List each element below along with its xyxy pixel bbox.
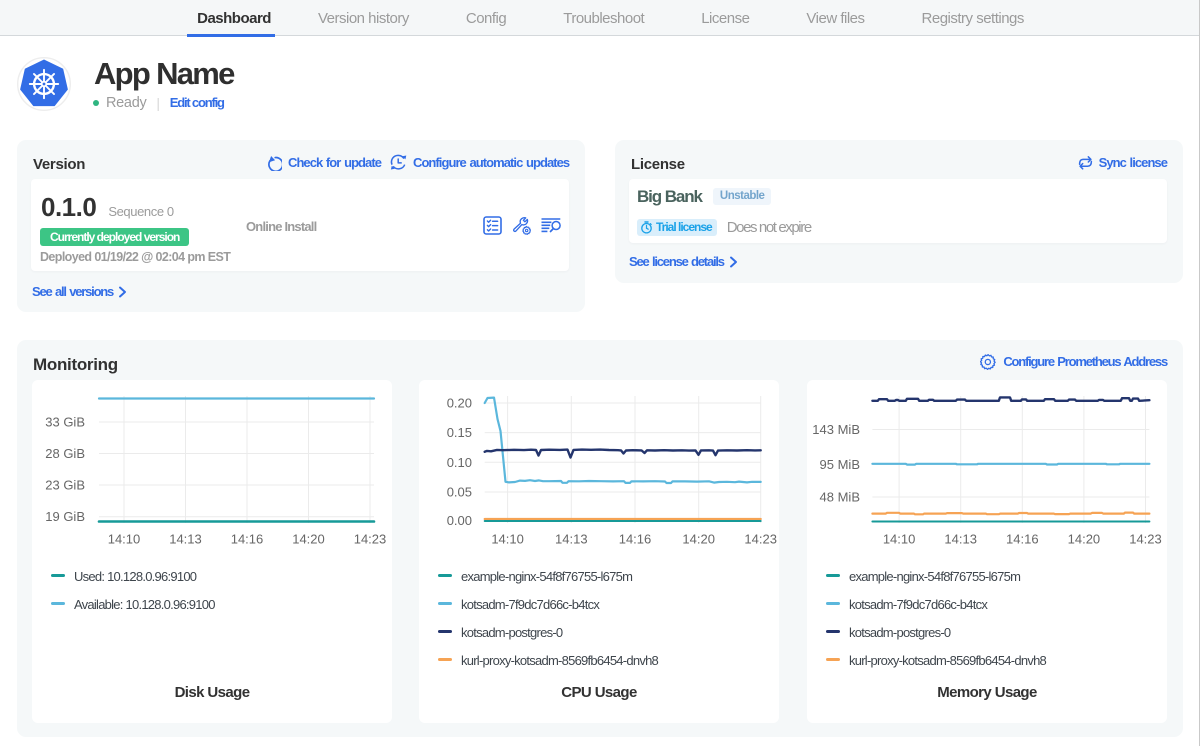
svg-text:0.10: 0.10 bbox=[447, 455, 472, 470]
svg-text:14:20: 14:20 bbox=[1068, 532, 1101, 547]
svg-text:23 GiB: 23 GiB bbox=[45, 478, 85, 493]
svg-text:14:23: 14:23 bbox=[1129, 532, 1162, 547]
svg-text:19 GiB: 19 GiB bbox=[45, 509, 85, 524]
svg-text:14:13: 14:13 bbox=[944, 532, 977, 547]
svg-text:14:10: 14:10 bbox=[491, 532, 524, 547]
svg-text:14:13: 14:13 bbox=[555, 532, 588, 547]
svg-text:14:23: 14:23 bbox=[354, 532, 387, 547]
svg-text:14:10: 14:10 bbox=[108, 532, 141, 547]
svg-text:14:16: 14:16 bbox=[619, 532, 652, 547]
svg-text:0.05: 0.05 bbox=[447, 485, 472, 500]
svg-text:0.00: 0.00 bbox=[447, 513, 472, 528]
svg-text:33 GiB: 33 GiB bbox=[45, 415, 85, 430]
svg-text:95 MiB: 95 MiB bbox=[820, 457, 860, 472]
svg-text:14:13: 14:13 bbox=[169, 532, 202, 547]
svg-text:0.15: 0.15 bbox=[447, 425, 472, 440]
svg-text:14:23: 14:23 bbox=[744, 532, 777, 547]
svg-text:143 MiB: 143 MiB bbox=[812, 422, 860, 437]
svg-text:28 GiB: 28 GiB bbox=[45, 446, 85, 461]
svg-text:14:10: 14:10 bbox=[883, 532, 916, 547]
svg-text:0.20: 0.20 bbox=[447, 396, 472, 411]
svg-text:14:16: 14:16 bbox=[231, 532, 264, 547]
svg-text:14:20: 14:20 bbox=[682, 532, 715, 547]
svg-text:14:16: 14:16 bbox=[1006, 532, 1039, 547]
svg-text:48 MiB: 48 MiB bbox=[820, 490, 860, 505]
svg-text:14:20: 14:20 bbox=[292, 532, 325, 547]
